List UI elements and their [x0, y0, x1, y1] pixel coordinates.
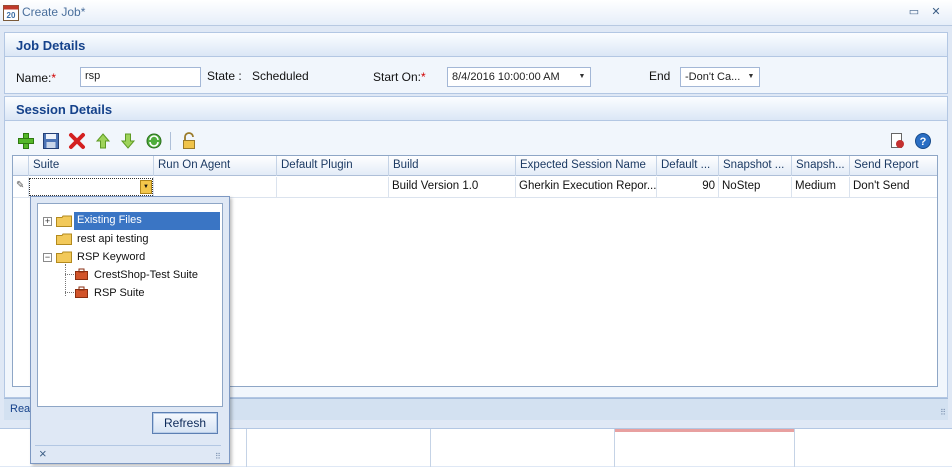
column-divider — [430, 429, 431, 467]
tree-line — [65, 292, 74, 293]
export-icon[interactable] — [887, 131, 907, 151]
grid-header: Suite Run On Agent Default Plugin Build … — [13, 156, 937, 176]
column-header[interactable]: Build — [389, 156, 516, 176]
resize-grip-icon[interactable]: ⠿ — [215, 452, 221, 461]
delete-icon[interactable] — [67, 131, 87, 151]
job-details-panel: Job Details Name:* rsp State : Scheduled… — [4, 32, 948, 94]
svg-text:?: ? — [920, 136, 927, 148]
start-on-label: Start On:* — [373, 70, 426, 84]
tree-node-rest-api-testing[interactable]: rest api testing — [76, 231, 150, 249]
folder-icon — [56, 251, 72, 263]
toolbar-divider — [170, 132, 171, 150]
refresh-button[interactable]: Refresh — [152, 412, 218, 434]
refresh-icon[interactable] — [144, 131, 164, 151]
add-icon[interactable] — [16, 131, 36, 151]
name-input[interactable]: rsp — [80, 67, 201, 87]
column-header[interactable]: Expected Session Name — [516, 156, 657, 176]
tree-node-rsp-suite[interactable]: RSP Suite — [93, 285, 146, 303]
suite-cell[interactable]: ▼ — [29, 177, 154, 197]
tree-node-rsp-keyword[interactable]: RSP Keyword — [76, 249, 146, 267]
chevron-down-icon[interactable]: ▼ — [574, 68, 590, 86]
column-header[interactable]: Default Plugin — [277, 156, 389, 176]
restore-icon[interactable]: ▭ — [908, 6, 920, 18]
default-cell[interactable]: 90 — [657, 177, 719, 197]
column-divider — [614, 429, 615, 467]
unlock-icon[interactable] — [179, 131, 199, 151]
session-toolbar: ? — [8, 130, 944, 152]
end-combo[interactable]: -Don't Ca... ▼ — [680, 67, 760, 87]
suite-dropdown-popup: + Existing Files rest api testing − RSP … — [30, 196, 230, 464]
suite-icon — [75, 268, 88, 280]
highlight-strip — [615, 429, 794, 432]
folder-icon — [56, 233, 72, 245]
popup-divider — [35, 445, 221, 446]
tree-node-crestshop-test-suite[interactable]: CrestShop-Test Suite — [93, 267, 199, 285]
move-up-icon[interactable] — [93, 131, 113, 151]
close-icon[interactable]: ✕ — [930, 6, 942, 18]
column-header[interactable]: Send Report — [850, 156, 938, 176]
column-divider — [246, 429, 247, 467]
column-header[interactable]: Snapshot ... — [719, 156, 792, 176]
expand-icon[interactable]: + — [43, 217, 52, 226]
chevron-down-icon[interactable]: ▼ — [743, 68, 759, 86]
start-on-value: 8/4/2016 10:00:00 AM — [452, 71, 560, 83]
state-label: State : — [207, 69, 242, 83]
start-on-combo[interactable]: 8/4/2016 10:00:00 AM ▼ — [447, 67, 591, 87]
column-header[interactable]: Snapsh... — [792, 156, 850, 176]
move-down-icon[interactable] — [118, 131, 138, 151]
edit-row-icon: ✎ — [13, 177, 29, 197]
tree-line — [65, 274, 74, 275]
snapsh-cell[interactable]: Medium — [792, 177, 850, 197]
end-label: End — [649, 69, 671, 83]
suite-editor[interactable] — [29, 178, 153, 196]
status-text: Rea — [10, 403, 31, 415]
save-icon[interactable] — [41, 131, 61, 151]
state-value: Scheduled — [252, 69, 309, 83]
session-details-header: Session Details — [5, 97, 947, 121]
calendar-icon: 20 — [3, 5, 19, 21]
svg-text:20: 20 — [7, 11, 16, 20]
end-value: -Don't Ca... — [685, 71, 741, 83]
tree-node-existing-files[interactable]: Existing Files — [74, 212, 220, 230]
suite-icon — [75, 286, 88, 298]
dropdown-arrow-icon[interactable]: ▼ — [140, 180, 152, 194]
column-divider — [794, 429, 795, 467]
build-cell[interactable]: Build Version 1.0 — [389, 177, 516, 197]
default-plugin-cell[interactable] — [277, 177, 389, 197]
column-header[interactable]: Run On Agent — [154, 156, 277, 176]
column-header[interactable]: Default ... — [657, 156, 719, 176]
row-indicator-header — [13, 156, 29, 176]
title-bar: 20 Create Job* ▭ ✕ — [0, 0, 952, 26]
snapshot-cell[interactable]: NoStep — [719, 177, 792, 197]
help-icon[interactable]: ? — [913, 131, 933, 151]
name-label: Name:* — [16, 71, 57, 85]
folder-icon — [56, 215, 72, 227]
suite-tree: + Existing Files rest api testing − RSP … — [37, 203, 223, 407]
window-title: Create Job* — [22, 5, 86, 19]
expected-session-name-cell[interactable]: Gherkin Execution Repor... — [516, 177, 657, 197]
resize-grip-icon[interactable]: ⠿ — [940, 408, 946, 417]
collapse-icon[interactable]: − — [43, 253, 52, 262]
column-header[interactable]: Suite — [29, 156, 154, 176]
close-popup-icon[interactable]: × — [39, 446, 47, 461]
job-details-header: Job Details — [5, 33, 947, 57]
run-on-agent-cell[interactable] — [154, 177, 277, 197]
send-report-cell[interactable]: Don't Send — [850, 177, 938, 197]
